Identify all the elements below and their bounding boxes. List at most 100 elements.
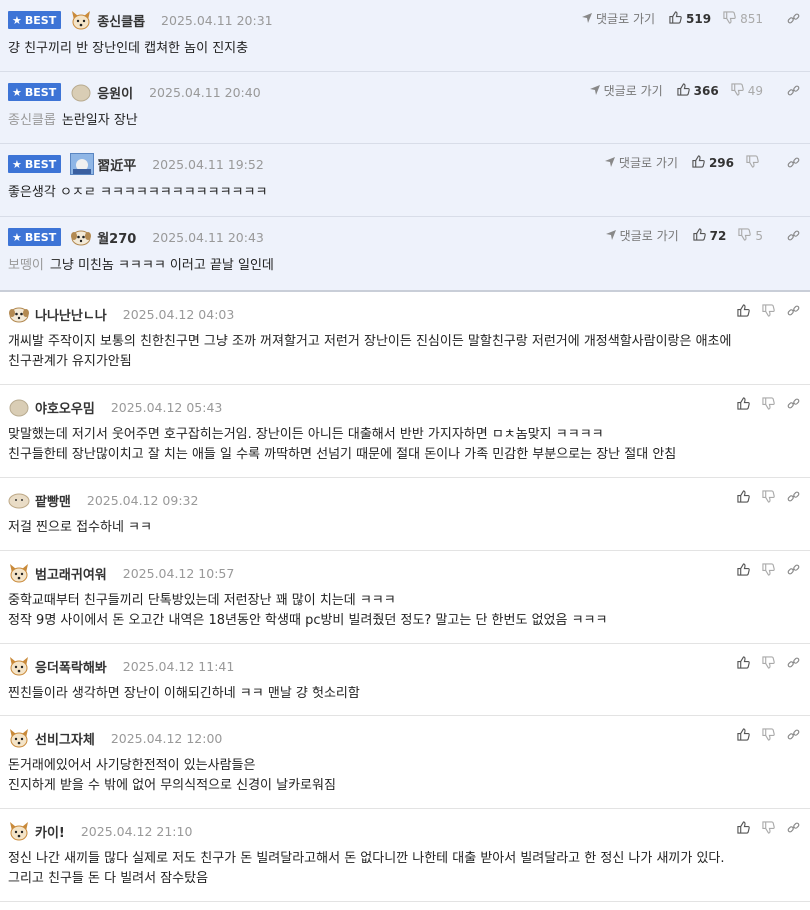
send-arrow-icon [604, 156, 619, 170]
thumbs-down-icon[interactable] [762, 397, 775, 410]
reply-to-nick[interactable]: 보뗑이 [8, 258, 44, 273]
thumbs-down-icon [738, 227, 755, 244]
avatar[interactable] [70, 81, 92, 103]
comment-body: 걍 친구끼리 반 장난인데 캡쳐한 놈이 진지충 [8, 39, 248, 59]
avatar[interactable] [8, 820, 30, 842]
upvote-button[interactable]: 366 [677, 82, 719, 99]
comment-line: 저걸 찐으로 접수하네 ㅋㅋ [8, 520, 152, 535]
nickname[interactable]: 카이! [35, 822, 65, 841]
best-label: BEST [24, 13, 57, 27]
best-label: BEST [24, 85, 57, 99]
avatar[interactable] [70, 153, 95, 175]
link-icon[interactable] [787, 490, 800, 503]
upvote-count: 519 [686, 11, 712, 26]
comment-body: 저걸 찐으로 접수하네 ㅋㅋ [8, 518, 152, 538]
thumbs-up-icon [693, 227, 710, 244]
downvote-button[interactable]: 5 [738, 227, 763, 244]
nickname[interactable]: 범고래귀여워 [35, 564, 107, 583]
star-icon: ★ [12, 13, 22, 27]
nickname[interactable]: 종신클롭 [97, 11, 145, 30]
thumbs-down-icon[interactable] [762, 490, 775, 503]
avatar[interactable] [70, 226, 92, 248]
downvote-count: 851 [740, 11, 763, 26]
thumbs-up-icon[interactable] [737, 397, 750, 410]
comment-body: 개씨발 주작이지 보통의 친한친구면 그냥 조까 꺼져할거고 저런거 장난이든 … [8, 332, 731, 372]
link-icon[interactable] [787, 656, 800, 669]
thumbs-up-icon[interactable] [737, 656, 750, 669]
goto-comment-link[interactable]: 댓글로 가기 [604, 154, 678, 171]
downvote-button[interactable]: 851 [723, 10, 763, 27]
link-icon[interactable] [787, 84, 800, 97]
link-icon[interactable] [787, 821, 800, 834]
avatar[interactable] [8, 489, 30, 511]
reply-to-nick[interactable]: 종신클롭 [8, 113, 56, 128]
comment-text: 걍 친구끼리 반 장난인데 캡쳐한 놈이 진지충 [8, 41, 249, 56]
thumbs-up-icon[interactable] [737, 563, 750, 576]
best-comment: ★ BEST 응원이 2025.04.11 20:40 종신클롭 논란일자 장난 댓글로 가… [0, 72, 810, 144]
thumbs-up-icon [677, 82, 694, 99]
comment-date: 2025.04.12 21:10 [80, 823, 193, 839]
link-icon[interactable] [787, 304, 800, 317]
comment-actions [737, 490, 800, 503]
downvote-button[interactable] [746, 154, 763, 171]
nickname[interactable]: 선비그자체 [35, 729, 95, 748]
avatar[interactable] [8, 655, 30, 677]
comment-date: 2025.04.12 11:41 [122, 658, 235, 674]
upvote-button[interactable]: 72 [693, 227, 726, 244]
nickname[interactable]: 팥빵맨 [35, 491, 71, 510]
comment-actions: 댓글로 가기 366 49 [589, 82, 800, 99]
best-badge: ★ BEST [8, 83, 62, 101]
best-label: BEST [24, 230, 57, 244]
nickname[interactable]: 習近平 [97, 155, 136, 174]
link-icon[interactable] [787, 12, 800, 25]
link-icon[interactable] [787, 563, 800, 576]
link-icon[interactable] [787, 156, 800, 169]
link-icon[interactable] [787, 397, 800, 410]
nickname[interactable]: 응원이 [97, 83, 133, 102]
upvote-button[interactable]: 296 [692, 154, 734, 171]
nickname[interactable]: 야호오우밈 [35, 398, 95, 417]
best-comment: ★ BEST 월270 2025.04.11 20:43 보뗑이 그냥 미친놈 ㅋㅋㅋㅋ … [0, 217, 810, 292]
comment-date: 2025.04.11 20:43 [152, 229, 264, 245]
avatar[interactable] [8, 727, 30, 749]
thumbs-up-icon[interactable] [737, 490, 750, 503]
comment-body: 돈거래에있어서 사기당한전적이 있는사람들은 진지하게 받을 수 밖에 없어 무의… [8, 756, 336, 796]
thumbs-down-icon[interactable] [762, 728, 775, 741]
goto-comment-link[interactable]: 댓글로 가기 [582, 10, 655, 27]
comment-header: ★ BEST 응원이 2025.04.11 20:40 [8, 72, 261, 112]
comment-line: 맞말했는데 저기서 웃어주면 호구잡히는거임. 장난이든 아니든 대출해서 반반… [8, 427, 604, 442]
nickname[interactable]: 나나난난ㄴ나 [35, 305, 107, 324]
comment-line: 돈거래에있어서 사기당한전적이 있는사람들은 [8, 758, 256, 773]
comment-actions: 댓글로 가기 519 851 [582, 10, 800, 27]
avatar[interactable] [8, 303, 30, 325]
comment-actions [737, 397, 800, 410]
thumbs-down-icon[interactable] [762, 821, 775, 834]
nickname[interactable]: 응더폭락해봐 [35, 657, 107, 676]
goto-comment-link[interactable]: 댓글로 가기 [605, 227, 679, 244]
thumbs-up-icon[interactable] [737, 728, 750, 741]
goto-label: 댓글로 가기 [619, 229, 679, 243]
avatar[interactable] [70, 9, 92, 31]
link-icon[interactable] [787, 229, 800, 242]
thumbs-down-icon[interactable] [762, 304, 775, 317]
downvote-count: 5 [755, 228, 763, 243]
thumbs-up-icon[interactable] [737, 821, 750, 834]
avatar[interactable] [8, 396, 30, 418]
avatar[interactable] [8, 562, 30, 584]
link-icon[interactable] [787, 728, 800, 741]
star-icon: ★ [12, 230, 22, 244]
comment-body: 좋은생각 ㅇㅈㄹ ㅋㅋㅋㅋㅋㅋㅋㅋㅋㅋㅋㅋㅋㅋ [8, 183, 267, 203]
best-badge: ★ BEST [8, 11, 62, 29]
downvote-button[interactable]: 49 [731, 82, 763, 99]
comment-date: 2025.04.12 12:00 [110, 730, 223, 746]
nickname[interactable]: 월270 [97, 228, 136, 247]
goto-label: 댓글로 가기 [603, 84, 663, 98]
upvote-button[interactable]: 519 [669, 10, 712, 27]
send-arrow-icon [582, 12, 596, 26]
thumbs-down-icon[interactable] [762, 656, 775, 669]
thumbs-up-icon[interactable] [737, 304, 750, 317]
goto-comment-link[interactable]: 댓글로 가기 [589, 82, 663, 99]
comment-header: 팥빵맨 2025.04.12 09:32 [8, 478, 198, 522]
comment-body: 종신클롭 논란일자 장난 [8, 111, 138, 131]
thumbs-down-icon[interactable] [762, 563, 775, 576]
